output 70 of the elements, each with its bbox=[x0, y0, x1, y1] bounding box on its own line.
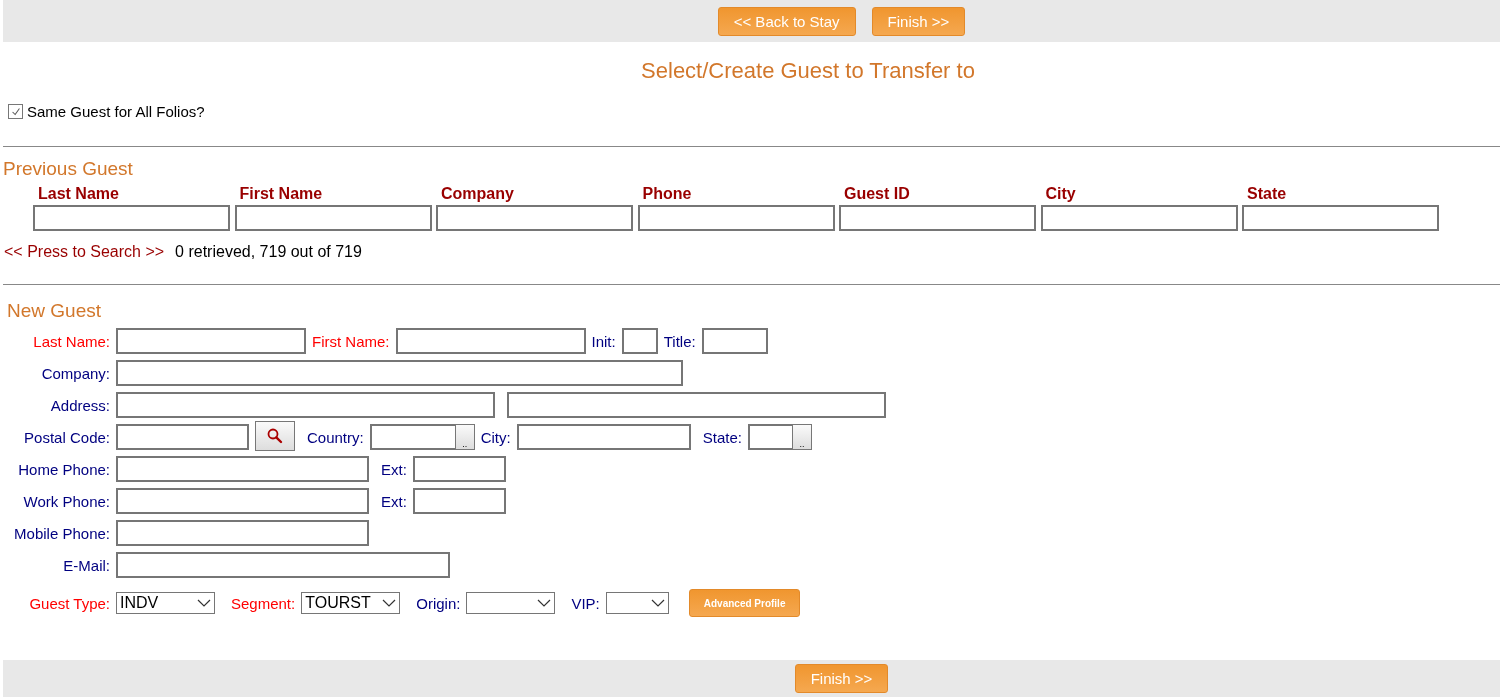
search-field[interactable] bbox=[1040, 205, 1238, 231]
field-label: Guest Type: bbox=[28, 594, 110, 612]
field-label: Address: bbox=[49, 396, 110, 414]
search-icon bbox=[266, 426, 284, 445]
column-header: State bbox=[1246, 185, 1288, 204]
field-label: Postal Code: bbox=[23, 428, 110, 446]
field-label: First Name: bbox=[312, 332, 390, 350]
input-field[interactable] bbox=[412, 488, 506, 514]
input-field[interactable] bbox=[369, 424, 455, 450]
chevron-icon bbox=[537, 599, 552, 607]
input-field[interactable] bbox=[116, 488, 369, 514]
search-field[interactable] bbox=[234, 205, 432, 231]
search-field[interactable] bbox=[33, 205, 230, 231]
input-field[interactable] bbox=[621, 328, 658, 354]
field-label: E-Mail: bbox=[62, 556, 110, 574]
search-field[interactable] bbox=[839, 205, 1036, 231]
input-field[interactable] bbox=[116, 328, 306, 354]
field-label: City: bbox=[480, 428, 511, 446]
field-label: Mobile Phone: bbox=[13, 524, 110, 542]
chevron-icon bbox=[650, 599, 665, 607]
input-field[interactable] bbox=[412, 456, 506, 482]
dropdown[interactable] bbox=[605, 592, 669, 614]
page-title: Select/Create Guest to Transfer to bbox=[640, 58, 976, 85]
search-field[interactable] bbox=[1242, 205, 1439, 231]
field-label: VIP: bbox=[571, 594, 600, 612]
lookup-button[interactable]: .. bbox=[454, 424, 475, 450]
input-field[interactable] bbox=[116, 360, 683, 386]
column-header: Guest ID bbox=[843, 185, 911, 204]
input-field[interactable] bbox=[747, 424, 792, 450]
input-field[interactable] bbox=[116, 456, 369, 482]
dropdown[interactable] bbox=[466, 592, 556, 614]
search-link[interactable]: << Press to Search >> bbox=[4, 243, 165, 261]
column-header: City bbox=[1044, 185, 1077, 204]
search-field[interactable] bbox=[436, 205, 633, 231]
input-field[interactable] bbox=[116, 392, 495, 418]
input-field[interactable] bbox=[116, 520, 369, 546]
input-field[interactable] bbox=[116, 424, 249, 450]
input-field[interactable] bbox=[116, 552, 450, 578]
field-label: Ext: bbox=[381, 460, 407, 478]
column-header: First Name bbox=[238, 185, 324, 204]
field-label: Origin: bbox=[416, 594, 461, 612]
field-label: Segment: bbox=[231, 594, 296, 612]
field-label: Title: bbox=[663, 332, 696, 350]
column-header: Company bbox=[440, 185, 515, 204]
lookup-button[interactable]: .. bbox=[791, 424, 812, 450]
checkbox[interactable] bbox=[8, 104, 23, 119]
section-heading: Previous Guest bbox=[3, 158, 134, 180]
field-label: State: bbox=[702, 428, 742, 446]
field-label: Company: bbox=[40, 364, 110, 382]
input-field[interactable] bbox=[507, 392, 886, 418]
dropdown[interactable]: INDV bbox=[116, 592, 215, 614]
field-label: Last Name: bbox=[32, 332, 110, 350]
column-header: Last Name bbox=[37, 185, 120, 204]
search-button[interactable] bbox=[255, 420, 295, 451]
field-label: Work Phone: bbox=[22, 492, 110, 510]
input-field[interactable] bbox=[395, 328, 586, 354]
dropdown[interactable]: TOURST bbox=[301, 592, 401, 614]
field-label: Init: bbox=[591, 332, 616, 350]
field-label: Home Phone: bbox=[17, 460, 110, 478]
search-field[interactable] bbox=[637, 205, 835, 231]
chevron-icon bbox=[382, 599, 397, 607]
result-count: 0 retrieved, 719 out of 719 bbox=[175, 243, 362, 261]
checkbox-label: Same Guest for All Folios? bbox=[27, 103, 205, 120]
column-header: Phone bbox=[641, 185, 693, 204]
field-label: Ext: bbox=[381, 492, 407, 510]
section-heading: New Guest bbox=[7, 300, 102, 322]
field-label: Country: bbox=[307, 428, 364, 446]
input-field[interactable] bbox=[701, 328, 768, 354]
input-field[interactable] bbox=[516, 424, 691, 450]
chevron-icon bbox=[197, 599, 211, 607]
